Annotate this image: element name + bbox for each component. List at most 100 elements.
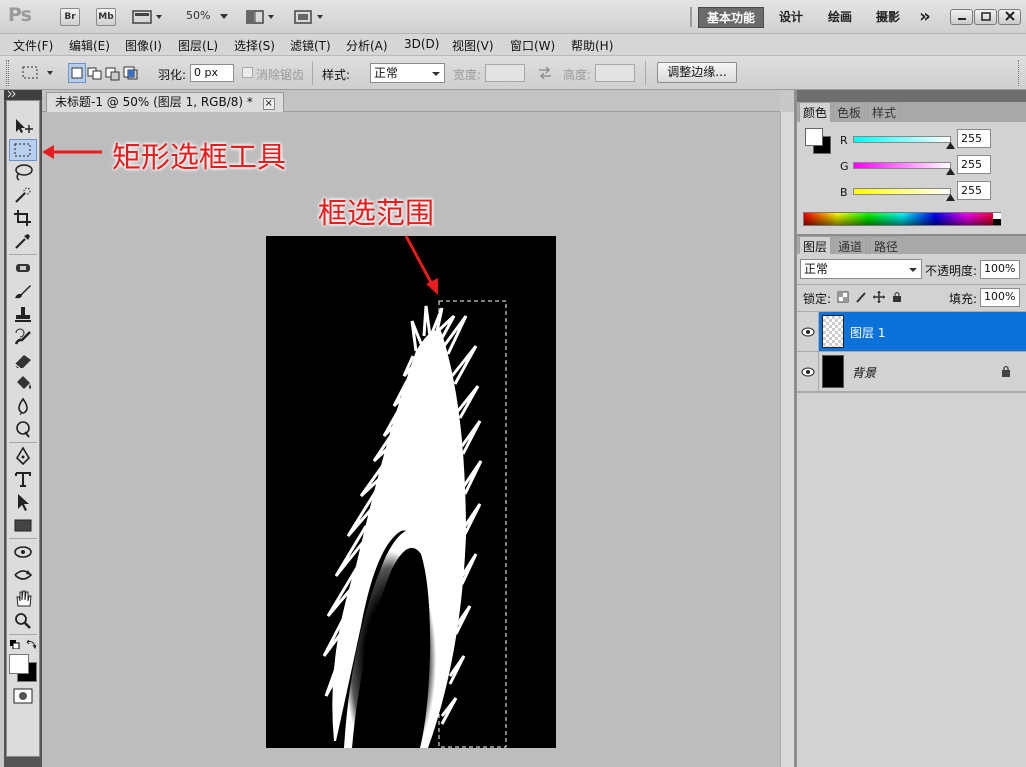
hand-tool[interactable]	[9, 588, 37, 610]
layer-row-background[interactable]: 背景	[797, 352, 1026, 392]
color-spectrum-bar[interactable]	[803, 212, 1001, 226]
tab-swatches[interactable]: 色板	[833, 102, 865, 122]
foreground-color-chip[interactable]	[805, 128, 823, 146]
refine-edge-button[interactable]: 调整边缘...	[657, 62, 737, 83]
tool-preset-picker[interactable]	[20, 63, 58, 83]
menu-analysis[interactable]: 分析(A)	[346, 37, 388, 54]
blue-slider[interactable]	[853, 188, 951, 195]
workspace-design[interactable]: 设计	[772, 7, 810, 28]
tab-color[interactable]: 颜色	[799, 102, 831, 122]
type-tool[interactable]	[9, 469, 37, 491]
tab-paths[interactable]: 路径	[869, 236, 903, 256]
quick-selection-tool[interactable]	[9, 185, 37, 207]
red-slider[interactable]	[853, 136, 951, 143]
visibility-toggle[interactable]	[797, 352, 819, 391]
feather-input[interactable]: 0 px	[190, 64, 234, 82]
panel-dock-header[interactable]	[797, 90, 1026, 102]
workspace-essentials[interactable]: 基本功能	[698, 7, 764, 28]
menu-view[interactable]: 视图(V)	[452, 37, 494, 54]
menu-image[interactable]: 图像(I)	[125, 37, 162, 54]
bridge-button[interactable]: Br	[60, 8, 80, 26]
intersect-selection-button[interactable]	[122, 63, 140, 83]
pen-tool[interactable]	[9, 446, 37, 468]
visibility-toggle[interactable]	[797, 312, 819, 351]
path-selection-tool[interactable]	[9, 492, 37, 514]
swap-colors-button[interactable]	[26, 638, 37, 650]
paint-bucket-tool[interactable]	[9, 373, 37, 395]
lock-pixels-icon[interactable]	[855, 291, 867, 303]
close-document-button[interactable]: ×	[262, 98, 275, 110]
close-window-button[interactable]	[998, 9, 1021, 25]
black-swatch[interactable]	[993, 219, 1001, 225]
view-extras-button[interactable]	[132, 9, 164, 25]
more-workspaces-button[interactable]: »	[912, 7, 938, 28]
slider-thumb-icon[interactable]	[946, 168, 955, 175]
width-input[interactable]	[485, 64, 525, 82]
lock-all-icon[interactable]	[891, 291, 903, 303]
green-value[interactable]: 255	[957, 155, 991, 174]
subtract-selection-button[interactable]	[104, 63, 122, 83]
menu-help[interactable]: 帮助(H)	[571, 37, 613, 54]
tab-styles[interactable]: 样式	[867, 102, 901, 122]
style-select[interactable]: 正常	[370, 63, 445, 83]
rectangular-marquee-tool[interactable]	[9, 139, 37, 161]
layer-name[interactable]: 图层 1	[850, 324, 885, 341]
height-input[interactable]	[595, 64, 635, 82]
toolbox-header[interactable]	[4, 90, 42, 100]
crop-tool[interactable]	[9, 208, 37, 230]
new-selection-button[interactable]	[68, 63, 86, 83]
blue-value[interactable]: 255	[957, 181, 991, 200]
layer-name[interactable]: 背景	[852, 364, 876, 381]
arrange-documents-button[interactable]	[246, 9, 278, 25]
menu-window[interactable]: 窗口(W)	[510, 37, 555, 54]
antialias-checkbox[interactable]	[242, 67, 253, 78]
3d-rotate-tool[interactable]	[9, 542, 37, 564]
menu-edit[interactable]: 编辑(E)	[69, 37, 110, 54]
clone-stamp-tool[interactable]	[9, 304, 37, 326]
default-colors-button[interactable]	[10, 638, 20, 650]
image-canvas[interactable]	[266, 236, 556, 748]
menu-layer[interactable]: 图层(L)	[178, 37, 218, 54]
menu-file[interactable]: 文件(F)	[13, 37, 53, 54]
3d-orbit-tool[interactable]	[9, 565, 37, 587]
menu-select[interactable]: 选择(S)	[234, 37, 275, 54]
foreground-color-swatch[interactable]	[9, 654, 29, 674]
menu-3d[interactable]: 3D(D)	[404, 37, 439, 51]
swap-icon[interactable]	[538, 67, 552, 79]
green-slider[interactable]	[853, 162, 951, 169]
quick-mask-button[interactable]	[13, 688, 33, 704]
opacity-input[interactable]: 100%	[980, 260, 1020, 279]
screen-mode-button[interactable]	[294, 9, 328, 25]
vertical-scrollbar[interactable]	[780, 112, 794, 767]
red-value[interactable]: 255	[957, 129, 991, 148]
minibridge-button[interactable]: Mb	[96, 8, 116, 26]
add-selection-button[interactable]	[86, 63, 104, 83]
fill-input[interactable]: 100%	[980, 288, 1020, 307]
rectangle-tool[interactable]	[9, 515, 37, 537]
blur-tool[interactable]	[9, 396, 37, 418]
document-tab[interactable]: 未标题-1 @ 50% (图层 1, RGB/8) * ×	[46, 92, 284, 112]
lasso-tool[interactable]	[9, 162, 37, 184]
zoom-tool[interactable]	[9, 611, 37, 633]
blend-mode-select[interactable]: 正常	[800, 259, 922, 279]
minimize-button[interactable]	[950, 9, 973, 25]
lock-position-icon[interactable]	[873, 291, 885, 303]
workspace-painting[interactable]: 绘画	[820, 7, 860, 28]
menu-filter[interactable]: 滤镜(T)	[290, 37, 331, 54]
dodge-tool[interactable]	[9, 419, 37, 441]
eyedropper-tool[interactable]	[9, 231, 37, 253]
healing-brush-tool[interactable]	[9, 258, 37, 280]
history-brush-tool[interactable]	[9, 327, 37, 349]
tab-layers[interactable]: 图层	[799, 236, 831, 256]
restore-button[interactable]	[974, 9, 997, 25]
slider-thumb-icon[interactable]	[946, 194, 955, 201]
workspace-photography[interactable]: 摄影	[868, 7, 908, 28]
zoom-dropdown[interactable]: 50%	[186, 9, 230, 25]
slider-thumb-icon[interactable]	[946, 142, 955, 149]
tab-channels[interactable]: 通道	[833, 236, 867, 256]
eraser-tool[interactable]	[9, 350, 37, 372]
move-tool[interactable]	[9, 116, 37, 138]
brush-tool[interactable]	[9, 281, 37, 303]
layer-row-layer1[interactable]: 图层 1	[797, 312, 1026, 352]
lock-transparency-icon[interactable]	[837, 291, 849, 303]
